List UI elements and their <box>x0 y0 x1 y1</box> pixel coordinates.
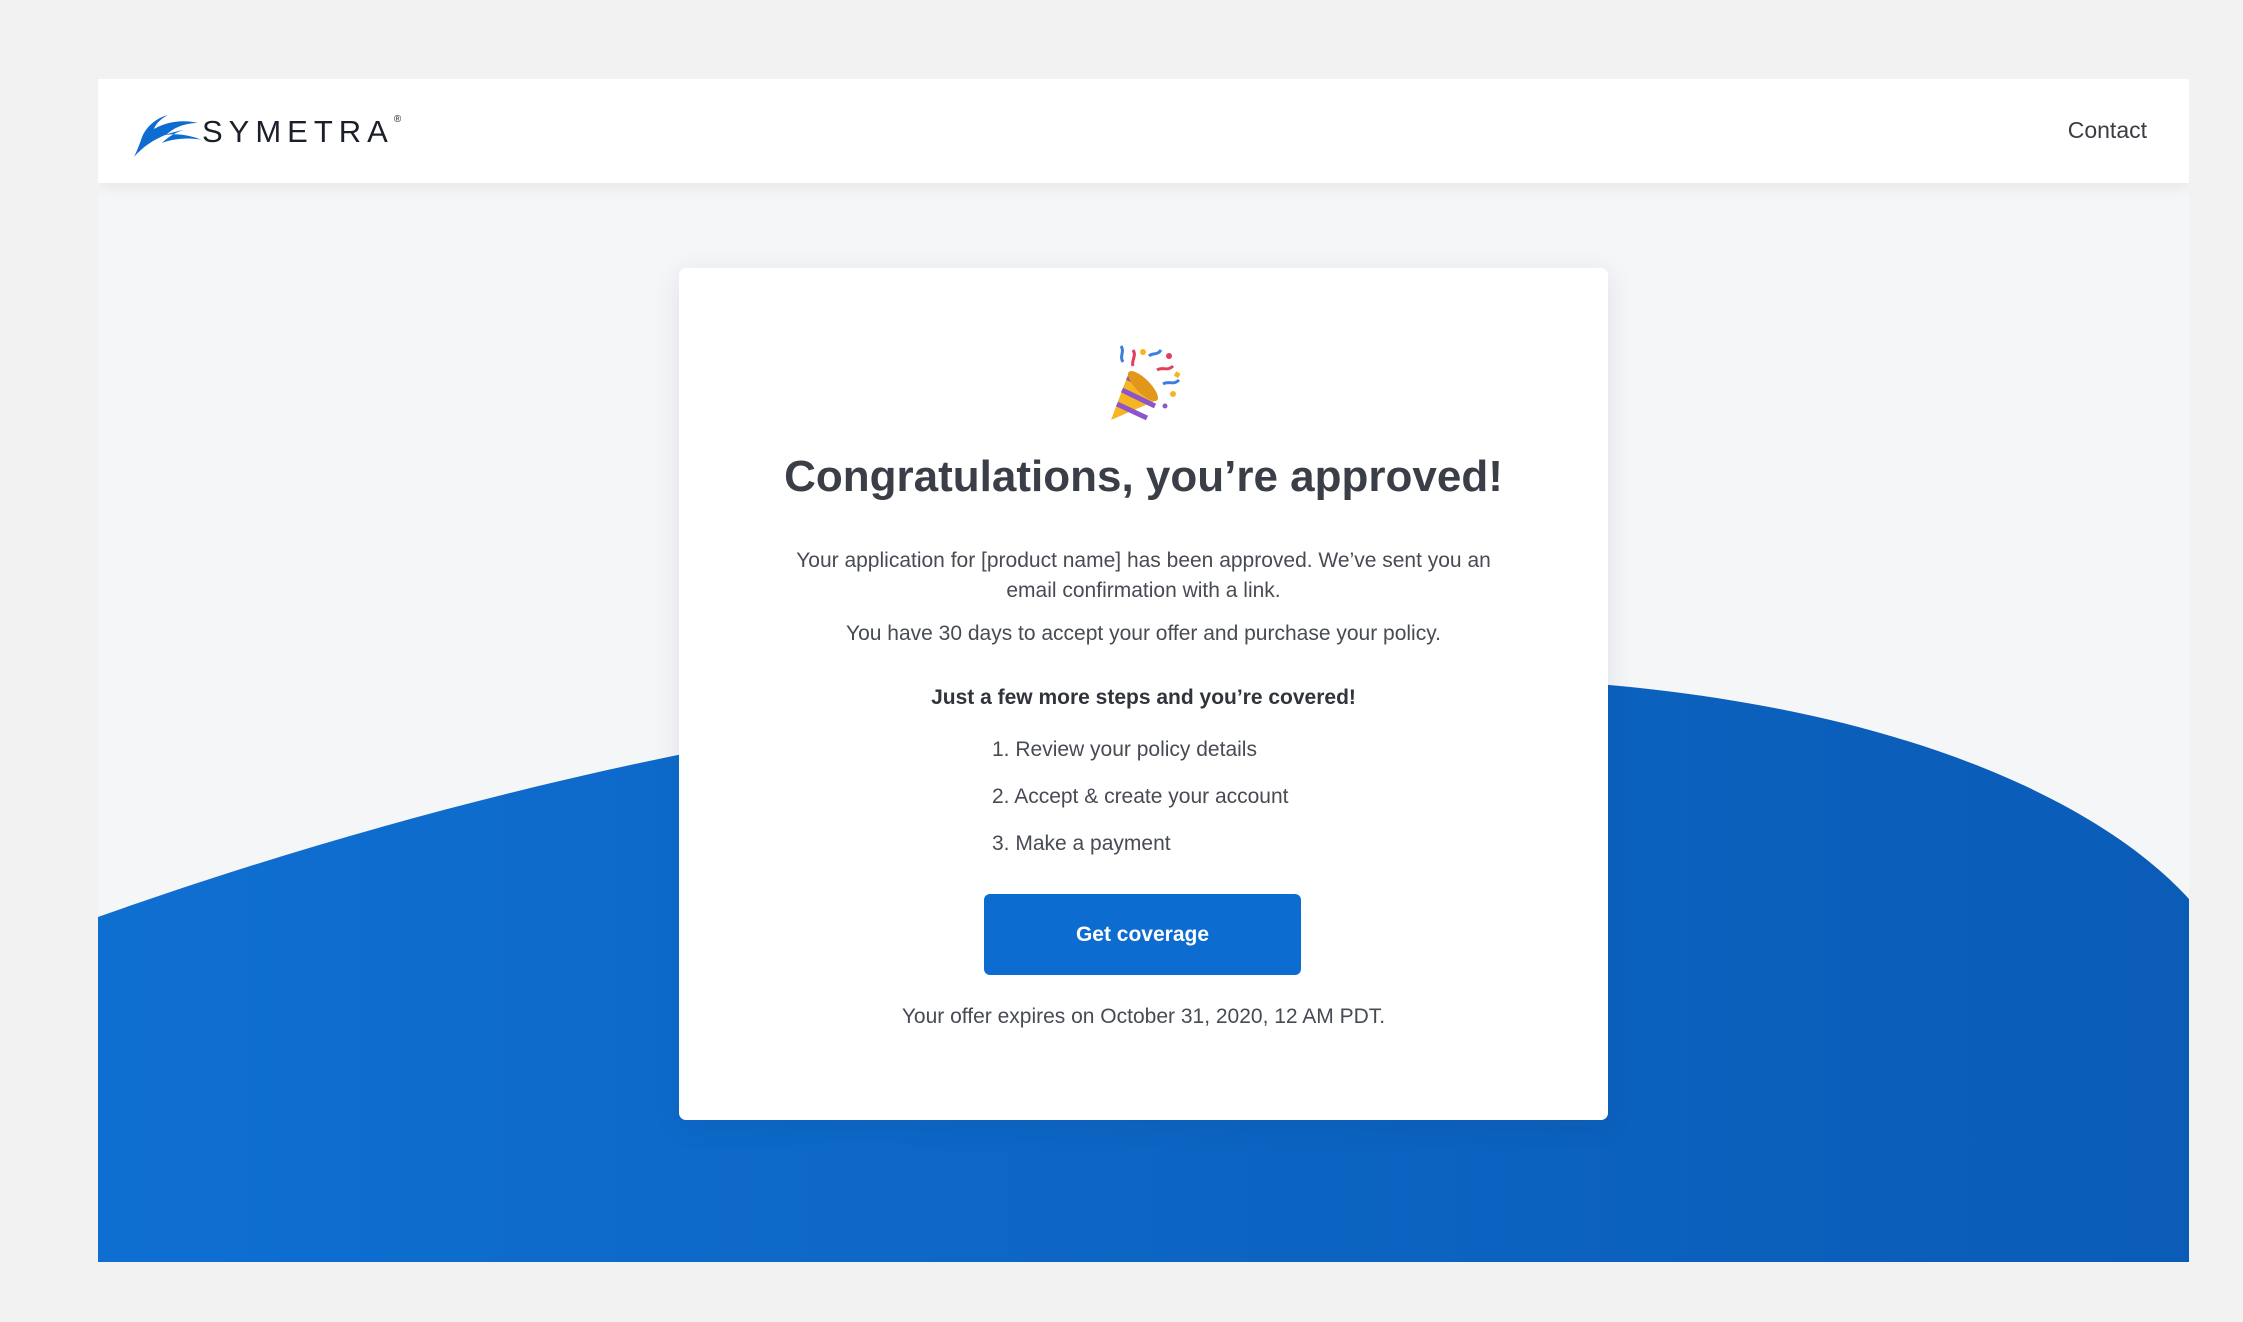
offer-expiry-text: Your offer expires on October 31, 2020, … <box>901 1005 1386 1028</box>
party-popper-icon <box>1111 345 1181 421</box>
get-coverage-button[interactable]: Get coverage <box>984 894 1301 975</box>
steps-heading: Just a few more steps and you’re covered… <box>931 686 1356 709</box>
brand-name: SYMETRA® <box>202 114 402 149</box>
step-item: 1. Review your policy details <box>992 738 1257 761</box>
contact-link[interactable]: Contact <box>2068 117 2147 144</box>
approval-card: Congratulations, you’re approved! Your a… <box>679 268 1608 1120</box>
page-title: Congratulations, you’re approved! <box>784 452 1503 501</box>
symetra-logo[interactable]: SYMETRA® <box>132 113 401 159</box>
offer-window-message: You have 30 days to accept your offer an… <box>846 622 1441 645</box>
symetra-swoosh-icon <box>134 115 202 157</box>
step-item: 3. Make a payment <box>992 832 1171 855</box>
page-frame: SYMETRA® Contact Congratulations, you’re… <box>98 79 2189 1262</box>
steps-list: 1. Review your policy details 2. Accept … <box>992 738 1289 879</box>
approval-message: Your application for [product name] has … <box>796 549 1491 602</box>
step-item: 2. Accept & create your account <box>992 785 1289 808</box>
top-nav-bar: SYMETRA® Contact <box>98 79 2189 183</box>
